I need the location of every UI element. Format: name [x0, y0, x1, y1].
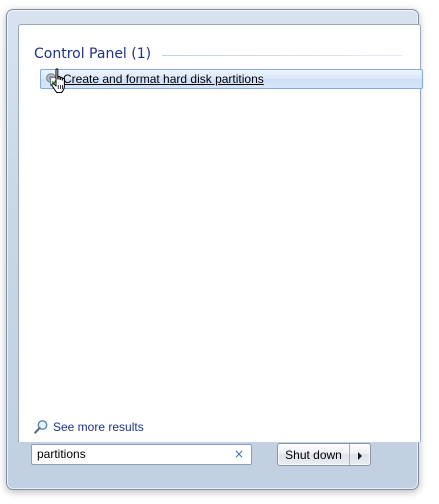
shutdown-options-button[interactable] [350, 444, 370, 465]
magnifier-icon [33, 419, 49, 435]
start-menu-frame: Control Panel (1) Create and format hard… [6, 9, 423, 490]
search-result-item[interactable]: Create and format hard disk partitions [40, 69, 423, 89]
results-section-header: Control Panel (1) [34, 45, 151, 63]
shutdown-button-group: Shut down [277, 443, 371, 466]
see-more-results-link[interactable]: See more results [33, 419, 144, 435]
arrow-right-icon [357, 445, 363, 464]
disk-management-icon [45, 72, 60, 87]
shutdown-button[interactable]: Shut down [278, 444, 350, 465]
see-more-results-label[interactable]: See more results [53, 420, 144, 434]
search-box[interactable]: × [31, 444, 252, 465]
search-results-panel: Control Panel (1) Create and format hard… [18, 24, 423, 442]
clear-x-icon[interactable]: × [233, 448, 245, 461]
result-label[interactable]: Create and format hard disk partitions [63, 71, 264, 87]
section-divider [162, 55, 402, 56]
section-title: Control Panel (1) [34, 46, 152, 62]
search-input[interactable] [37, 447, 227, 462]
